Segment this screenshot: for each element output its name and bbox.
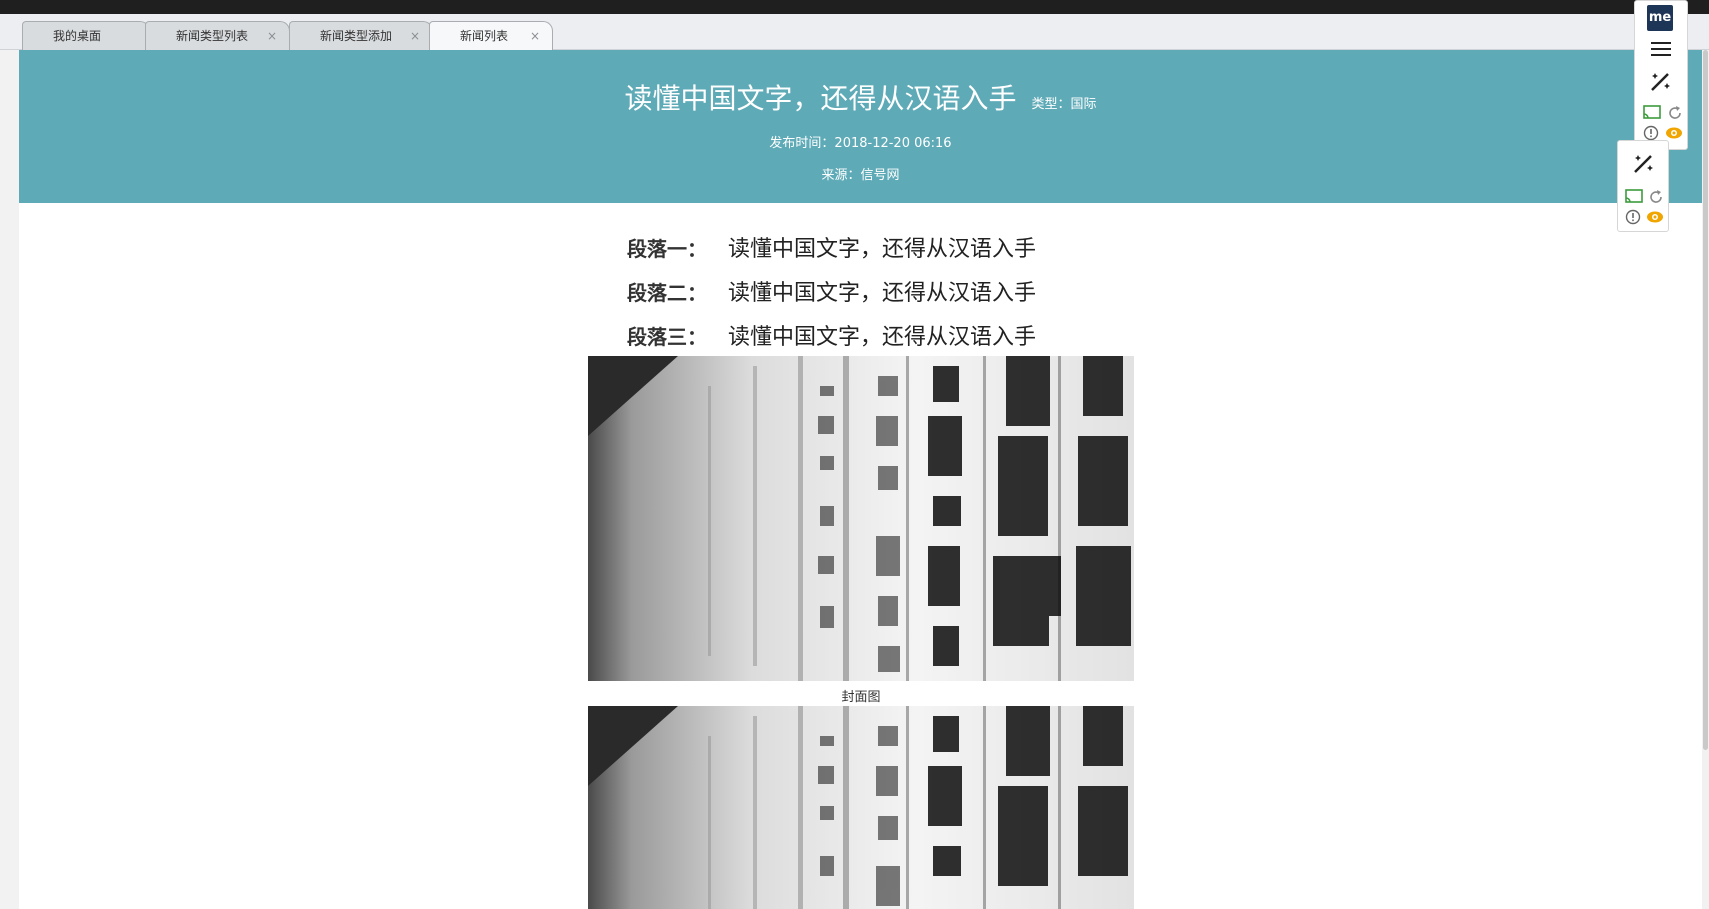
refresh-icon[interactable] <box>1667 105 1683 121</box>
vertical-scrollbar[interactable] <box>1702 50 1709 909</box>
article-header: 读懂中国文字，还得从汉语入手 类型：国际 发布时间：2018-12-20 06:… <box>19 50 1702 203</box>
menu-icon[interactable] <box>1650 41 1672 57</box>
tab-label: 我的桌面 <box>53 29 102 43</box>
eye-icon[interactable] <box>1646 210 1664 224</box>
magic-wand-icon[interactable] <box>1632 151 1656 175</box>
content-image <box>588 706 1134 909</box>
article-title: 读懂中国文字，还得从汉语入手 <box>624 82 1017 115</box>
paragraph-text: 读懂中国文字，还得从汉语入手 <box>728 281 1037 306</box>
paragraph-label: 段落一： <box>627 237 707 261</box>
title-row: 读懂中国文字，还得从汉语入手 类型：国际 <box>19 77 1702 117</box>
magic-wand-icon[interactable] <box>1649 69 1673 93</box>
extension-panel-secondary <box>1617 140 1669 232</box>
article-content: 读懂中国文字，还得从汉语入手 类型：国际 发布时间：2018-12-20 06:… <box>19 50 1702 909</box>
cover-image <box>588 356 1134 681</box>
close-icon[interactable]: × <box>410 22 420 50</box>
tab-strip: 我的桌面 新闻类型列表 × 新闻类型添加 × 新闻列表 × <box>0 14 1709 51</box>
tab-my-desktop[interactable]: 我的桌面 <box>22 21 150 50</box>
close-icon[interactable]: × <box>267 22 277 50</box>
paragraph-text: 读懂中国文字，还得从汉语入手 <box>728 325 1037 350</box>
paragraph-text: 读懂中国文字，还得从汉语入手 <box>728 237 1037 262</box>
article-source: 来源：信号网 <box>821 168 900 183</box>
tab-label: 新闻列表 <box>460 29 509 43</box>
paragraph-item: 段落一： 读懂中国文字，还得从汉语入手 <box>627 227 1127 262</box>
publish-time: 发布时间：2018-12-20 06:16 <box>769 136 952 151</box>
alert-icon[interactable] <box>1625 209 1641 225</box>
tab-label: 新闻类型添加 <box>320 29 393 43</box>
browser-top-bar <box>0 0 1709 14</box>
left-sidebar-strip <box>0 50 19 909</box>
tab-news-type-add[interactable]: 新闻类型添加 × <box>289 21 433 50</box>
refresh-icon[interactable] <box>1648 189 1664 205</box>
extension-panel: me <box>1634 0 1688 150</box>
cast-icon[interactable] <box>1643 105 1661 121</box>
cover-caption: 封面图 <box>841 690 881 705</box>
paragraph-item: 段落二： 读懂中国文字，还得从汉语入手 <box>627 271 1127 306</box>
eye-icon[interactable] <box>1665 126 1683 140</box>
scrollbar-thumb[interactable] <box>1703 50 1708 750</box>
close-icon[interactable]: × <box>530 22 540 50</box>
paragraph-label: 段落三： <box>627 325 707 349</box>
tab-label: 新闻类型列表 <box>176 29 249 43</box>
alert-icon[interactable] <box>1643 125 1659 141</box>
tab-news-type-list[interactable]: 新闻类型列表 × <box>145 21 290 50</box>
article-type: 类型：国际 <box>1031 97 1097 112</box>
extension-logo[interactable]: me <box>1647 5 1673 31</box>
paragraph-label: 段落二： <box>627 281 707 305</box>
cast-icon[interactable] <box>1625 189 1643 205</box>
paragraph-item: 段落三： 读懂中国文字，还得从汉语入手 <box>627 315 1127 350</box>
tab-news-list[interactable]: 新闻列表 × <box>429 21 553 51</box>
